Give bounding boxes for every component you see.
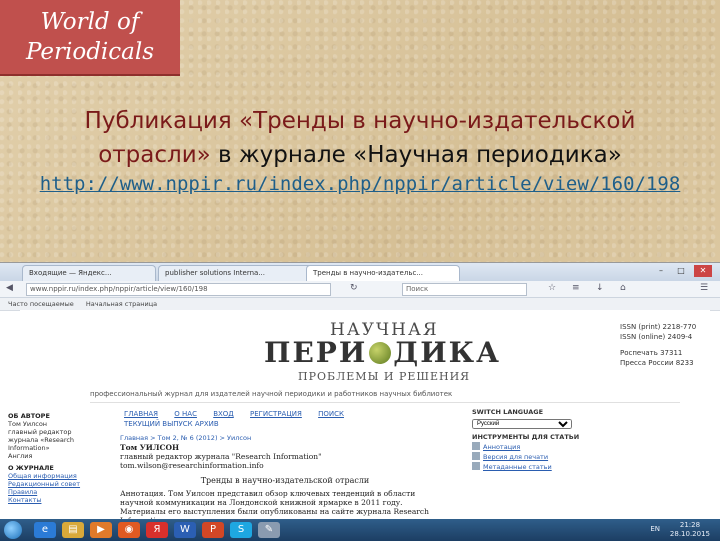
menu-about[interactable]: О НАС: [174, 410, 197, 418]
bookmarks-icon[interactable]: ≡: [572, 283, 580, 293]
menu-search[interactable]: ПОИСК: [318, 410, 344, 418]
article-author: Том УИЛСОН: [120, 443, 180, 452]
search-input[interactable]: Поиск: [402, 283, 527, 296]
world-of-periodicals-badge: World of Periodicals: [0, 0, 180, 76]
logo-left: ПЕРИ: [264, 336, 368, 369]
issn-block: ISSN (print) 2218-770 ISSN (online) 2409…: [620, 322, 696, 368]
tab-label: publisher solutions Interna...: [165, 269, 266, 277]
issn-line: Пресса России 8233: [620, 359, 694, 367]
article-body: Главная > Том 2, № 6 (2012) > Уилсон Том…: [120, 434, 450, 525]
tab-label: Входящие — Яндекс...: [29, 269, 112, 277]
slide-heading: Публикация «Тренды в научно-издательской…: [30, 104, 690, 172]
start-button[interactable]: [4, 521, 22, 539]
issn-line: ISSN (print) 2218-770: [620, 323, 697, 331]
menu-register[interactable]: РЕГИСТРАЦИЯ: [250, 410, 302, 418]
right-column: SWITCH LANGUAGE Русский ИНСТРУМЕНТЫ ДЛЯ …: [472, 408, 592, 472]
sidebar-link-rules[interactable]: Правила: [8, 488, 92, 496]
minimize-icon[interactable]: –: [652, 265, 670, 277]
article-tools-heading: ИНСТРУМЕНТЫ ДЛЯ СТАТЬИ: [472, 433, 580, 441]
badge-line-2: Periodicals: [25, 39, 155, 65]
firefox-icon[interactable]: ◉: [118, 522, 140, 538]
browser-screenshot: Входящие — Яндекс... publisher solutions…: [0, 262, 720, 541]
language-select[interactable]: Русский: [472, 419, 572, 429]
close-icon[interactable]: ✕: [694, 265, 712, 277]
metadata-icon: [472, 462, 480, 470]
issn-line: Роспечать 37311: [620, 349, 683, 357]
reload-icon[interactable]: ↻: [350, 283, 358, 293]
tool-print[interactable]: Версия для печати: [472, 452, 592, 462]
windows-taskbar: e ▤ ▶ ◉ Я W P S ✎ EN 21:28 28.10.2015: [0, 519, 720, 541]
journal-page: НАУЧНАЯ ПЕРИ ДИКА ПРОБЛЕМЫ И РЕШЕНИЯ ISSN…: [8, 310, 710, 525]
clock-date: 28.10.2015: [669, 530, 710, 538]
system-clock[interactable]: 21:28 28.10.2015: [670, 521, 710, 539]
logo-right: ДИКА: [393, 336, 501, 369]
badge-line-1: World of: [40, 9, 140, 35]
author-country: Англия: [8, 452, 33, 460]
tool-label: Аннотация: [483, 443, 521, 451]
home-icon[interactable]: ⌂: [620, 283, 626, 293]
clock-time: 21:28: [679, 521, 701, 529]
heading-journal: в журнале «Научная периодика»: [210, 142, 622, 168]
article-email[interactable]: tom.wilson@researchinformation.info: [120, 461, 450, 470]
explorer-icon[interactable]: ▤: [62, 522, 84, 538]
article-link[interactable]: http://www.nppir.ru/index.php/nppir/arti…: [30, 172, 690, 197]
tab-label: Тренды в научно-издательс...: [313, 269, 423, 277]
logo-globe-icon: [369, 342, 392, 364]
skype-icon[interactable]: S: [230, 522, 252, 538]
menu-login[interactable]: ВХОД: [213, 410, 234, 418]
author-role: главный редактор журнала «Research Infor…: [8, 428, 75, 452]
tool-abstract[interactable]: Аннотация: [472, 442, 592, 452]
menu-sub[interactable]: ТЕКУЩИЙ ВЫПУСК АРХИВ: [124, 420, 219, 428]
tab-publisher-solutions[interactable]: publisher solutions Interna...: [158, 265, 312, 281]
tool-metadata[interactable]: Метаданные статьи: [472, 462, 592, 472]
site-menu: ГЛАВНАЯ О НАС ВХОД РЕГИСТРАЦИЯ ПОИСК ТЕК…: [124, 410, 358, 428]
journal-tagline: профессиональный журнал для издателей на…: [90, 390, 680, 403]
tab-trends-article[interactable]: Тренды в научно-издательс...: [306, 265, 460, 281]
download-icon[interactable]: ↓: [596, 283, 604, 293]
switch-language-heading: SWITCH LANGUAGE: [472, 408, 544, 416]
tool-label: Версия для печати: [483, 453, 549, 461]
logo-sub-right: РЕШЕНИЯ: [398, 370, 471, 383]
article-author-role: главный редактор журнала "Research Infor…: [120, 452, 322, 461]
tab-yandex-mail[interactable]: Входящие — Яндекс...: [22, 265, 156, 281]
browser-tab-bar: Входящие — Яндекс... publisher solutions…: [0, 263, 720, 281]
menu-home[interactable]: ГЛАВНАЯ: [124, 410, 158, 418]
site-sidebar: ОБ АВТОРЕ Том Уилсон главный редактор жу…: [8, 408, 92, 504]
author-name: Том Уилсон: [8, 420, 48, 428]
paint-icon[interactable]: ✎: [258, 522, 280, 538]
sidebar-link-board[interactable]: Редакционный совет: [8, 480, 92, 488]
address-bar[interactable]: www.nppir.ru/index.php/nppir/article/vie…: [26, 283, 331, 296]
language-indicator[interactable]: EN: [650, 525, 660, 533]
journal-logo[interactable]: ПЕРИ ДИКА: [264, 336, 501, 369]
powerpoint-icon[interactable]: P: [202, 522, 224, 538]
logo-sub-mid: И: [383, 370, 395, 383]
word-icon[interactable]: W: [174, 522, 196, 538]
sidebar-link-general[interactable]: Общая информация: [8, 472, 92, 480]
issn-line: ISSN (online) 2409-4: [620, 333, 693, 341]
bookmark-home[interactable]: Начальная страница: [86, 300, 157, 308]
browser-nav-bar: ◀ www.nppir.ru/index.php/nppir/article/v…: [0, 281, 720, 298]
ie-icon[interactable]: e: [34, 522, 56, 538]
maximize-icon[interactable]: □: [672, 265, 690, 277]
sidebar-link-contacts[interactable]: Контакты: [8, 496, 92, 504]
breadcrumb[interactable]: Главная > Том 2, № 6 (2012) > Уилсон: [120, 434, 450, 443]
article-title: Тренды в научно-издательской отрасли: [200, 476, 370, 485]
tool-label: Метаданные статьи: [483, 463, 552, 471]
back-icon[interactable]: ◀: [6, 283, 13, 293]
abstract-icon: [472, 442, 480, 450]
star-icon[interactable]: ☆: [548, 283, 556, 293]
media-icon[interactable]: ▶: [90, 522, 112, 538]
about-journal-heading: О ЖУРНАЛЕ: [8, 464, 54, 472]
print-icon: [472, 452, 480, 460]
bookmark-frequent[interactable]: Часто посещаемые: [8, 300, 74, 308]
logo-sub-left: ПРОБЛЕМЫ: [298, 370, 380, 383]
yandex-icon[interactable]: Я: [146, 522, 168, 538]
menu-icon[interactable]: ☰: [700, 283, 708, 293]
logo-subtitle: ПРОБЛЕМЫ И РЕШЕНИЯ: [298, 370, 470, 383]
about-author-heading: ОБ АВТОРЕ: [8, 412, 50, 420]
